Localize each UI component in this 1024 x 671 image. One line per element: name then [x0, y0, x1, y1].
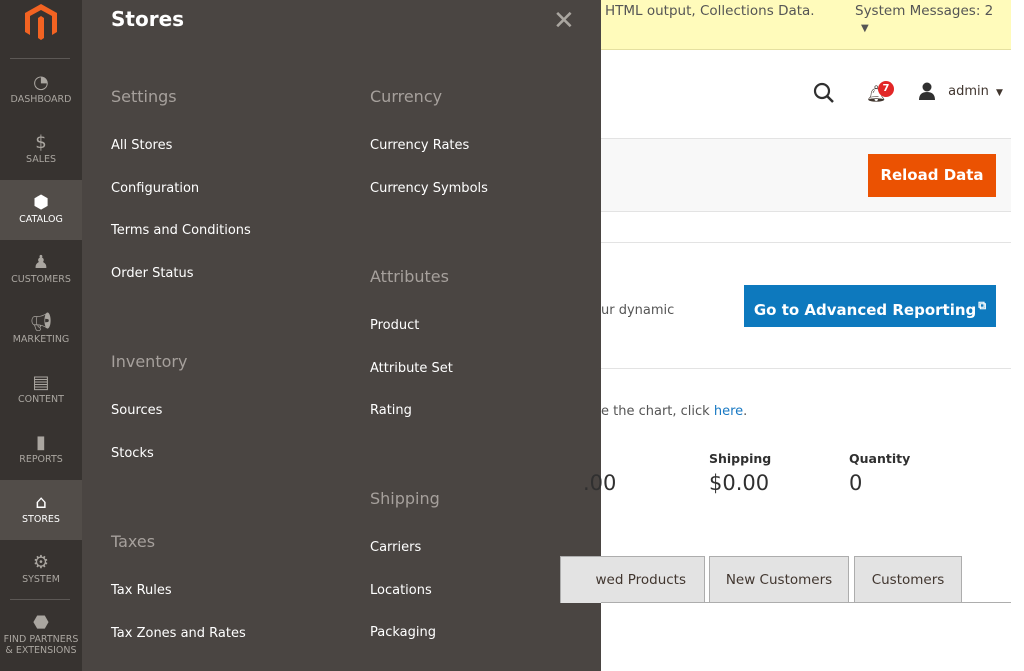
flyout-item[interactable]: All Stores — [111, 138, 172, 153]
sidebar-item-dashboard[interactable]: ◔ DASHBOARD — [0, 60, 82, 120]
stat-value-tax: .00 — [583, 471, 617, 495]
flyout-item[interactable]: Sources — [111, 403, 162, 418]
flyout-title: Stores — [111, 7, 185, 31]
flyout-item[interactable]: Terms and Conditions — [111, 223, 251, 238]
chart-note: e the chart, click here. — [601, 404, 747, 419]
flyout-item[interactable]: Product — [370, 318, 419, 333]
flyout-item[interactable]: Currency Symbols — [370, 181, 488, 196]
reload-data-button[interactable]: Reload Data — [868, 154, 996, 197]
flyout-item[interactable]: Configuration — [111, 181, 199, 196]
username: admin — [948, 83, 989, 99]
tabs-divider — [601, 602, 1011, 603]
flyout-item[interactable]: Currency Rates — [370, 138, 469, 153]
sidebar-item-content[interactable]: ▤ CONTENT — [0, 360, 82, 420]
system-messages-toggle[interactable]: System Messages: 2 ▼ — [855, 3, 1011, 35]
flyout-heading-inventory: Inventory — [111, 352, 188, 371]
caret-down-icon: ▼ — [861, 23, 869, 34]
flyout-heading-attributes: Attributes — [370, 267, 449, 286]
flyout-heading-settings: Settings — [111, 87, 177, 106]
stat-label-shipping: Shipping — [709, 451, 772, 466]
sidebar-item-label: CONTENT — [18, 394, 64, 405]
tab-most-viewed-products[interactable]: wed Products — [560, 556, 705, 603]
sidebar-item-customers[interactable]: ♟ CUSTOMERS — [0, 240, 82, 300]
user-icon — [919, 82, 935, 100]
enable-chart-link[interactable]: here — [714, 404, 743, 419]
flyout-item[interactable]: Carriers — [370, 540, 421, 555]
stat-value-quantity: 0 — [849, 471, 863, 495]
flyout-item[interactable]: Stocks — [111, 446, 154, 461]
sidebar-item-label: SYSTEM — [22, 574, 60, 585]
flyout-item[interactable]: Packaging — [370, 625, 436, 640]
tab-customers[interactable]: Customers — [854, 556, 962, 603]
sidebar-item-label: REPORTS — [19, 454, 63, 465]
system-messages-label: System Messages: 2 — [855, 3, 994, 19]
flyout-item[interactable]: Rating — [370, 403, 412, 418]
sidebar-item-label: DASHBOARD — [10, 94, 72, 105]
external-link-icon: ⧉ — [978, 299, 987, 312]
sidebar-item-marketing[interactable]: 📢︎ MARKETING — [0, 300, 82, 360]
flyout-heading-taxes: Taxes — [111, 532, 156, 551]
flyout-item[interactable]: Locations — [370, 583, 432, 598]
flyout-item[interactable]: Tax Zones and Rates — [111, 626, 246, 641]
gear-icon: ⚙ — [32, 552, 50, 573]
box-icon: ⬢ — [33, 192, 49, 213]
chart-note-text: e the chart, click — [601, 404, 714, 419]
magento-logo[interactable] — [22, 2, 60, 40]
flyout-item[interactable]: Order Status — [111, 266, 194, 281]
advanced-reporting-button[interactable]: Go to Advanced Reporting ⧉ — [744, 285, 996, 327]
sidebar-item-label: MARKETING — [12, 334, 70, 345]
flyout-heading-shipping: Shipping — [370, 489, 440, 508]
layout-icon: ▤ — [32, 372, 50, 393]
person-icon: ♟ — [32, 252, 50, 273]
sidebar-item-label: SALES — [25, 154, 57, 165]
close-icon[interactable]: ✕ — [553, 6, 575, 36]
sidebar-item-label: STORES — [22, 514, 60, 525]
search-icon[interactable] — [813, 82, 835, 104]
advanced-reporting-label: Go to Advanced Reporting — [753, 301, 977, 319]
reporting-text: ur dynamic — [601, 303, 675, 318]
lego-brick-icon: ⬣ — [33, 612, 49, 633]
dollar-icon: $ — [35, 132, 47, 153]
sidebar-item-reports[interactable]: ▮ REPORTS — [0, 420, 82, 480]
notification-count-badge: 7 — [878, 81, 894, 97]
chart-note-end: . — [743, 404, 748, 419]
divider — [601, 242, 1011, 243]
flyout-item[interactable]: Attribute Set — [370, 361, 453, 376]
message-text: HTML output, Collections Data. — [605, 3, 815, 19]
flyout-item[interactable]: Tax Rules — [111, 583, 172, 598]
divider — [601, 368, 1011, 369]
tab-new-customers[interactable]: New Customers — [709, 556, 849, 603]
stat-value-shipping: $0.00 — [709, 471, 770, 495]
megaphone-icon: 📢︎ — [29, 312, 53, 333]
sidebar-item-label: FIND PARTNERS & EXTENSIONS — [3, 634, 79, 656]
stat-label-quantity: Quantity — [849, 451, 911, 466]
sidebar-item-sales[interactable]: $ SALES — [0, 120, 82, 180]
bar-chart-icon: ▮ — [36, 432, 46, 453]
flyout-heading-currency: Currency — [370, 87, 443, 106]
sidebar-item-system[interactable]: ⚙ SYSTEM — [0, 540, 82, 600]
user-menu[interactable]: admin ▼ — [918, 82, 1003, 100]
dashboard-icon: ◔ — [33, 72, 49, 93]
sidebar-item-find[interactable]: ⬣ FIND PARTNERS & EXTENSIONS — [0, 600, 82, 671]
sidebar-item-stores[interactable]: ⌂ STORES — [0, 480, 82, 540]
divider — [10, 58, 70, 59]
system-messages-bar: HTML output, Collections Data. System Me… — [601, 0, 1011, 50]
sidebar-item-label: CATALOG — [19, 214, 63, 225]
caret-down-icon: ▼ — [996, 87, 1003, 98]
storefront-icon: ⌂ — [35, 492, 47, 513]
sidebar-item-label: CUSTOMERS — [11, 274, 71, 285]
sidebar-item-catalog[interactable]: ⬢ CATALOG — [0, 180, 82, 240]
